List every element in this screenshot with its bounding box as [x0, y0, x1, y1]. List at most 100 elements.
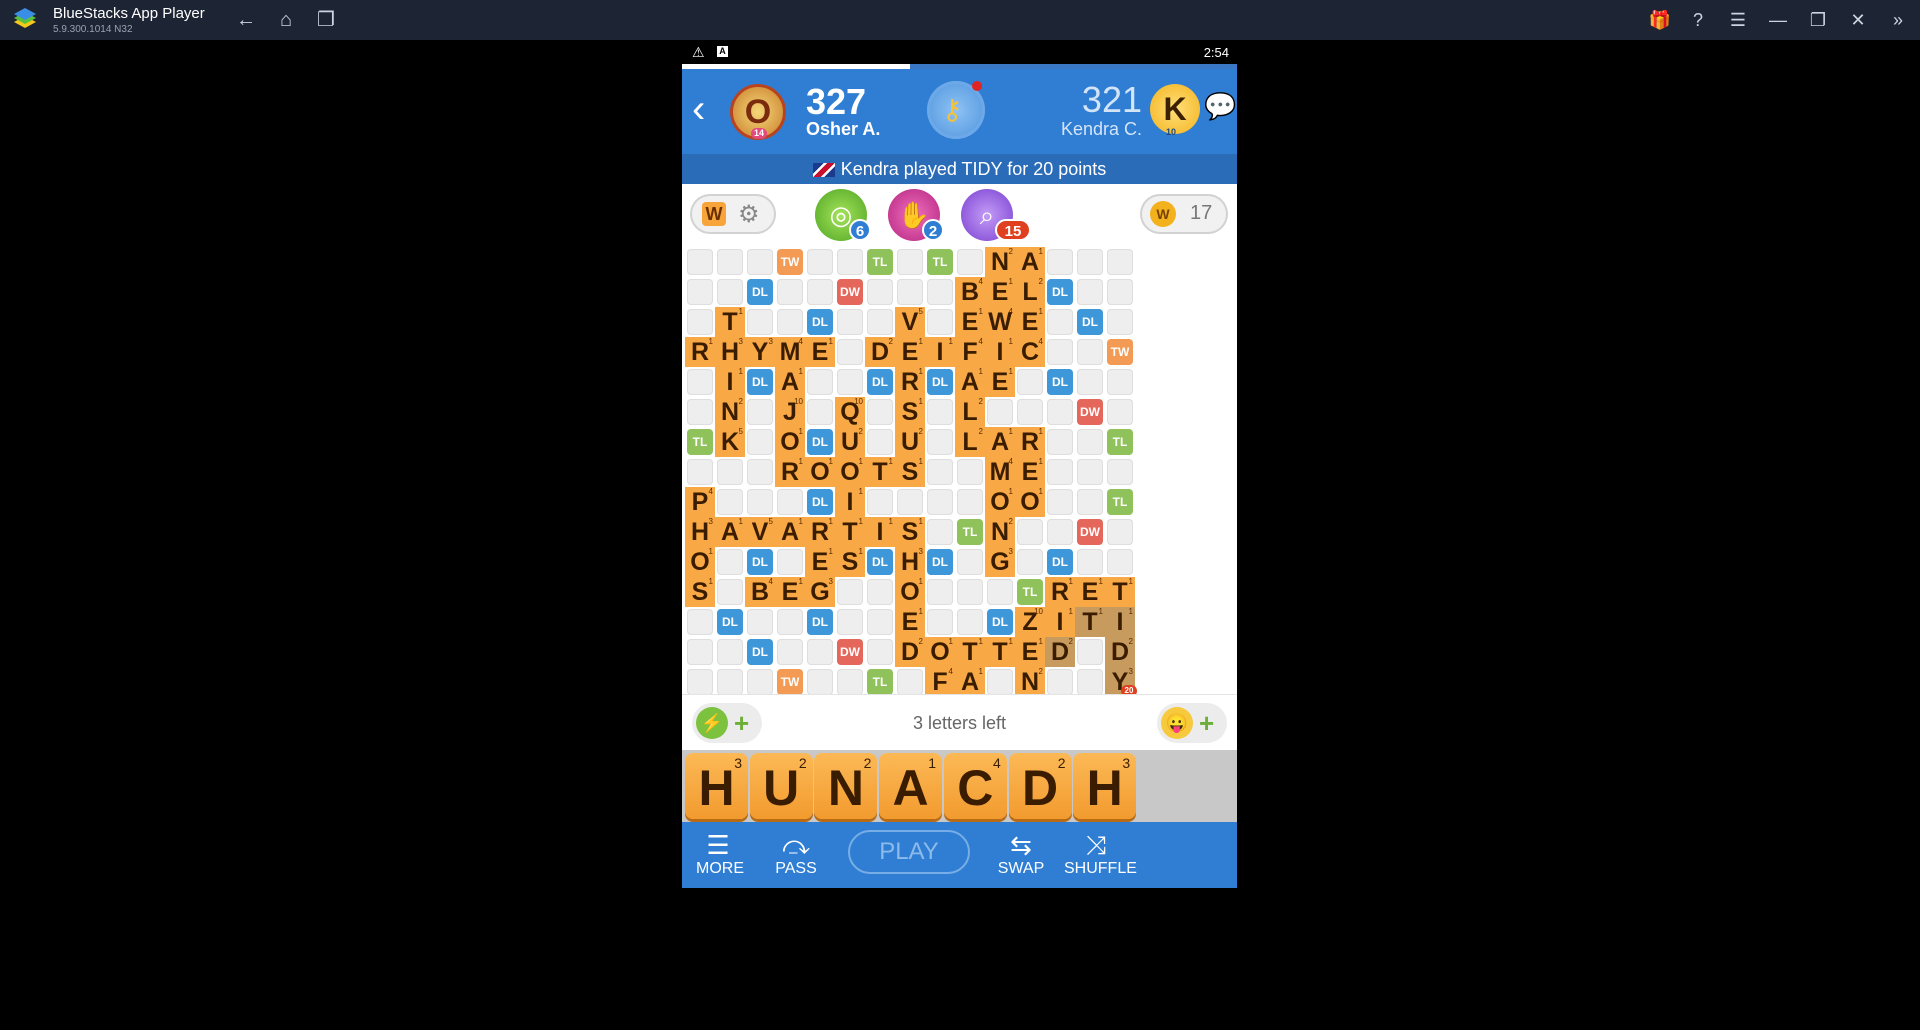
- coins-button[interactable]: W 17: [1140, 194, 1228, 234]
- board-square[interactable]: [747, 669, 773, 695]
- board-square[interactable]: [1047, 669, 1073, 695]
- board-square[interactable]: [777, 309, 803, 335]
- board-square[interactable]: [897, 669, 923, 695]
- board-square[interactable]: [987, 579, 1013, 605]
- board-square[interactable]: [927, 309, 953, 335]
- board-square[interactable]: [687, 639, 713, 665]
- bonus-square-dl[interactable]: DL: [927, 369, 953, 395]
- bonus-square-dw[interactable]: DW: [837, 639, 863, 665]
- board-square[interactable]: [957, 459, 983, 485]
- menu-icon[interactable]: ☰: [1725, 8, 1751, 32]
- bonus-square-dl[interactable]: DL: [867, 549, 893, 575]
- bonus-square-dl[interactable]: DL: [807, 309, 833, 335]
- board-square[interactable]: [867, 399, 893, 425]
- board-square[interactable]: [837, 579, 863, 605]
- back-chevron-icon[interactable]: ‹: [692, 89, 722, 129]
- board-square[interactable]: [777, 639, 803, 665]
- board-square[interactable]: [687, 249, 713, 275]
- home-icon[interactable]: ⌂: [274, 8, 298, 32]
- board-square[interactable]: [1077, 669, 1103, 695]
- board-square[interactable]: [927, 579, 953, 605]
- board-square[interactable]: [957, 489, 983, 515]
- recent-apps-icon[interactable]: ❐: [314, 8, 338, 32]
- bonus-square-dl[interactable]: DL: [1047, 369, 1073, 395]
- rack-tile[interactable]: D2: [1008, 753, 1072, 819]
- bonus-square-dl[interactable]: DL: [747, 279, 773, 305]
- board-square[interactable]: [1017, 399, 1043, 425]
- board-square[interactable]: [1017, 519, 1043, 545]
- bonus-square-dl[interactable]: DL: [807, 489, 833, 515]
- board-square[interactable]: [747, 489, 773, 515]
- swap-boost-button[interactable]: ✋ 2: [888, 189, 944, 241]
- board-square[interactable]: [687, 669, 713, 695]
- restore-icon[interactable]: ❐: [1805, 8, 1831, 32]
- board-square[interactable]: [717, 549, 743, 575]
- board-square[interactable]: [987, 399, 1013, 425]
- board-square[interactable]: [897, 489, 923, 515]
- board-square[interactable]: [867, 429, 893, 455]
- bonus-square-dw[interactable]: DW: [1077, 519, 1103, 545]
- board-square[interactable]: [837, 309, 863, 335]
- board-square[interactable]: [837, 609, 863, 635]
- board-square[interactable]: [777, 549, 803, 575]
- board-square[interactable]: [1077, 549, 1103, 575]
- board-square[interactable]: [717, 459, 743, 485]
- board-square[interactable]: [687, 459, 713, 485]
- bonus-square-dl[interactable]: DL: [927, 549, 953, 575]
- bonus-square-dl[interactable]: DL: [747, 549, 773, 575]
- bonus-square-dl[interactable]: DL: [807, 609, 833, 635]
- board-square[interactable]: [957, 609, 983, 635]
- board-square[interactable]: [927, 489, 953, 515]
- bonus-square-dl[interactable]: DL: [1077, 309, 1103, 335]
- minimize-icon[interactable]: —: [1765, 8, 1791, 32]
- bonus-square-dl[interactable]: DL: [1047, 279, 1073, 305]
- board-square[interactable]: [1077, 639, 1103, 665]
- board-square[interactable]: [837, 249, 863, 275]
- board-square[interactable]: [687, 399, 713, 425]
- board-square[interactable]: [717, 249, 743, 275]
- board-square[interactable]: [1077, 339, 1103, 365]
- bonus-square-dl[interactable]: DL: [987, 609, 1013, 635]
- board-square[interactable]: [1077, 459, 1103, 485]
- board-square[interactable]: [717, 639, 743, 665]
- board-square[interactable]: [717, 489, 743, 515]
- board-square[interactable]: [1047, 429, 1073, 455]
- board-square[interactable]: [687, 369, 713, 395]
- board-square[interactable]: [1017, 549, 1043, 575]
- board-square[interactable]: [747, 429, 773, 455]
- chat-bubble-icon[interactable]: 💬: [1204, 91, 1236, 122]
- board-square[interactable]: [1047, 519, 1073, 545]
- bonus-square-tl[interactable]: TL: [957, 519, 983, 545]
- board-square[interactable]: [957, 549, 983, 575]
- bonus-square-tl[interactable]: TL: [867, 249, 893, 275]
- board-square[interactable]: [687, 279, 713, 305]
- board-square[interactable]: [687, 609, 713, 635]
- board-square[interactable]: [957, 579, 983, 605]
- board-square[interactable]: [747, 609, 773, 635]
- bonus-square-dl[interactable]: DL: [867, 369, 893, 395]
- bonus-square-dl[interactable]: DL: [807, 429, 833, 455]
- board-square[interactable]: [807, 639, 833, 665]
- board-square[interactable]: [867, 309, 893, 335]
- board-square[interactable]: [1077, 249, 1103, 275]
- board-square[interactable]: [1077, 489, 1103, 515]
- board-square[interactable]: [927, 429, 953, 455]
- board-square[interactable]: [927, 459, 953, 485]
- bonus-square-tl[interactable]: TL: [927, 249, 953, 275]
- board-square[interactable]: [1047, 399, 1073, 425]
- board-square[interactable]: [1107, 519, 1133, 545]
- opponent-avatar[interactable]: K 10: [1150, 84, 1200, 137]
- bonus-square-dw[interactable]: DW: [1077, 399, 1103, 425]
- board-square[interactable]: [807, 279, 833, 305]
- bonus-square-dw[interactable]: DW: [837, 279, 863, 305]
- board-square[interactable]: [717, 579, 743, 605]
- board-square[interactable]: [1107, 279, 1133, 305]
- bonus-square-tl[interactable]: TL: [1107, 429, 1133, 455]
- bonus-square-tl[interactable]: TL: [867, 669, 893, 695]
- board-square[interactable]: [1107, 369, 1133, 395]
- close-icon[interactable]: ✕: [1845, 8, 1871, 32]
- board-square[interactable]: [807, 369, 833, 395]
- board-square[interactable]: [867, 639, 893, 665]
- board-square[interactable]: [807, 249, 833, 275]
- board-square[interactable]: [1107, 399, 1133, 425]
